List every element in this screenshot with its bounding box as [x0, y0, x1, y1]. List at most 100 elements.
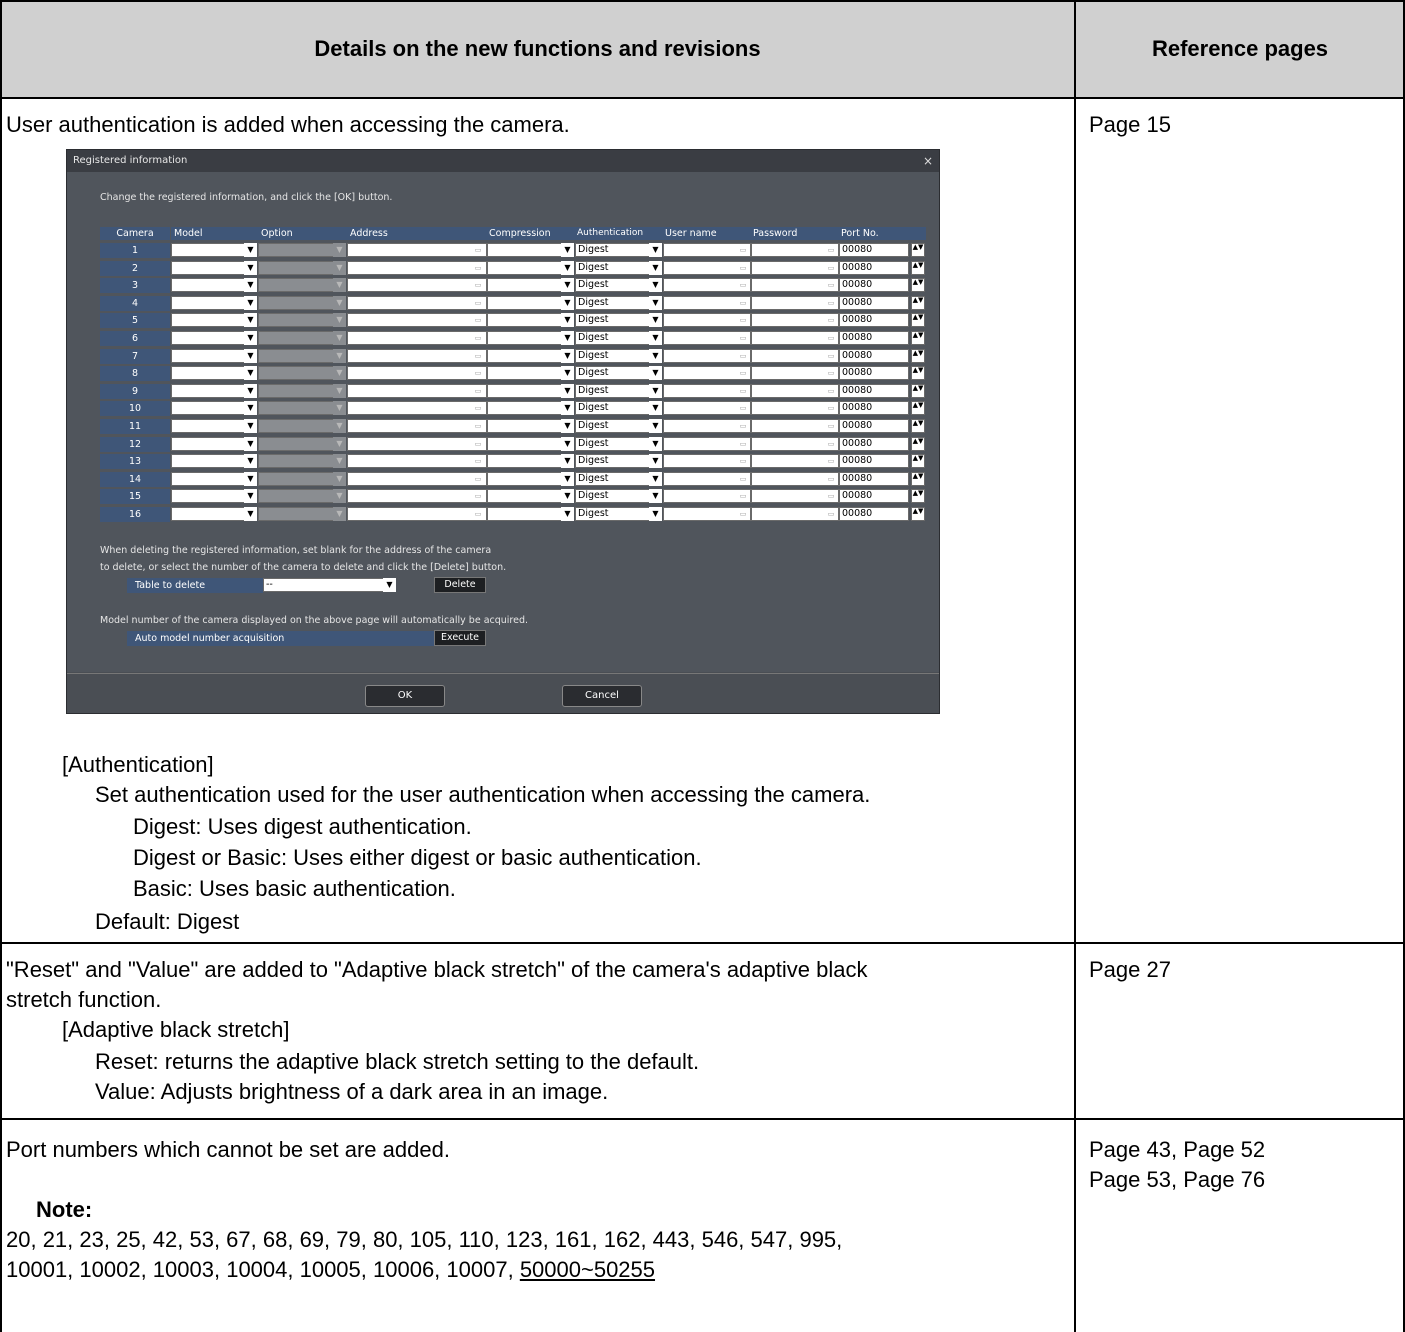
- keyboard-icon[interactable]: ▭: [472, 366, 484, 380]
- spinner-icon[interactable]: ▲▼: [911, 454, 925, 468]
- port-input[interactable]: 00080: [839, 366, 909, 380]
- keyboard-icon[interactable]: ▭: [472, 313, 484, 327]
- keyboard-icon[interactable]: ▭: [472, 261, 484, 275]
- chevron-down-icon[interactable]: ▼: [649, 437, 662, 451]
- compression-select[interactable]: [487, 366, 563, 380]
- spinner-icon[interactable]: ▲▼: [911, 489, 925, 503]
- address-input[interactable]: [347, 296, 487, 310]
- compression-select[interactable]: [487, 349, 563, 363]
- compression-select[interactable]: [487, 384, 563, 398]
- chevron-down-icon[interactable]: ▼: [244, 472, 257, 486]
- model-select[interactable]: [171, 489, 246, 503]
- port-input[interactable]: 00080: [839, 384, 909, 398]
- chevron-down-icon[interactable]: ▼: [649, 296, 662, 310]
- compression-select[interactable]: [487, 278, 563, 292]
- model-select[interactable]: [171, 349, 246, 363]
- port-input[interactable]: 00080: [839, 419, 909, 433]
- keyboard-icon[interactable]: ▭: [825, 384, 837, 398]
- keyboard-icon[interactable]: ▭: [737, 296, 749, 310]
- keyboard-icon[interactable]: ▭: [472, 349, 484, 363]
- ok-button[interactable]: OK: [365, 685, 445, 707]
- address-input[interactable]: [347, 331, 487, 345]
- compression-select[interactable]: [487, 296, 563, 310]
- keyboard-icon[interactable]: ▭: [825, 437, 837, 451]
- spinner-icon[interactable]: ▲▼: [911, 419, 925, 433]
- chevron-down-icon[interactable]: ▼: [244, 243, 257, 257]
- keyboard-icon[interactable]: ▭: [737, 507, 749, 521]
- chevron-down-icon[interactable]: ▼: [561, 313, 574, 327]
- chevron-down-icon[interactable]: ▼: [649, 472, 662, 486]
- keyboard-icon[interactable]: ▭: [825, 366, 837, 380]
- chevron-down-icon[interactable]: ▼: [244, 261, 257, 275]
- model-select[interactable]: [171, 437, 246, 451]
- model-select[interactable]: [171, 366, 246, 380]
- chevron-down-icon[interactable]: ▼: [244, 384, 257, 398]
- keyboard-icon[interactable]: ▭: [472, 243, 484, 257]
- address-input[interactable]: [347, 278, 487, 292]
- authentication-select[interactable]: Digest: [575, 313, 651, 327]
- keyboard-icon[interactable]: ▭: [825, 261, 837, 275]
- keyboard-icon[interactable]: ▭: [472, 401, 484, 415]
- authentication-select[interactable]: Digest: [575, 489, 651, 503]
- keyboard-icon[interactable]: ▭: [472, 507, 484, 521]
- keyboard-icon[interactable]: ▭: [472, 454, 484, 468]
- keyboard-icon[interactable]: ▭: [737, 261, 749, 275]
- chevron-down-icon[interactable]: ▼: [561, 489, 574, 503]
- chevron-down-icon[interactable]: ▼: [244, 489, 257, 503]
- address-input[interactable]: [347, 313, 487, 327]
- port-input[interactable]: 00080: [839, 261, 909, 275]
- chevron-down-icon[interactable]: ▼: [561, 384, 574, 398]
- chevron-down-icon[interactable]: ▼: [561, 454, 574, 468]
- keyboard-icon[interactable]: ▭: [825, 243, 837, 257]
- chevron-down-icon[interactable]: ▼: [561, 243, 574, 257]
- address-input[interactable]: [347, 243, 487, 257]
- compression-select[interactable]: [487, 243, 563, 257]
- port-input[interactable]: 00080: [839, 349, 909, 363]
- authentication-select[interactable]: Digest: [575, 401, 651, 415]
- address-input[interactable]: [347, 419, 487, 433]
- model-select[interactable]: [171, 296, 246, 310]
- keyboard-icon[interactable]: ▭: [825, 313, 837, 327]
- compression-select[interactable]: [487, 331, 563, 345]
- keyboard-icon[interactable]: ▭: [825, 349, 837, 363]
- authentication-select[interactable]: Digest: [575, 384, 651, 398]
- keyboard-icon[interactable]: ▭: [472, 472, 484, 486]
- chevron-down-icon[interactable]: ▼: [561, 261, 574, 275]
- keyboard-icon[interactable]: ▭: [825, 507, 837, 521]
- chevron-down-icon[interactable]: ▼: [649, 366, 662, 380]
- compression-select[interactable]: [487, 454, 563, 468]
- keyboard-icon[interactable]: ▭: [737, 472, 749, 486]
- keyboard-icon[interactable]: ▭: [825, 331, 837, 345]
- keyboard-icon[interactable]: ▭: [825, 472, 837, 486]
- keyboard-icon[interactable]: ▭: [737, 419, 749, 433]
- chevron-down-icon[interactable]: ▼: [244, 507, 257, 521]
- keyboard-icon[interactable]: ▭: [737, 454, 749, 468]
- chevron-down-icon[interactable]: ▼: [244, 313, 257, 327]
- delete-button[interactable]: Delete: [434, 577, 486, 593]
- keyboard-icon[interactable]: ▭: [737, 278, 749, 292]
- spinner-icon[interactable]: ▲▼: [911, 349, 925, 363]
- authentication-select[interactable]: Digest: [575, 243, 651, 257]
- chevron-down-icon[interactable]: ▼: [244, 437, 257, 451]
- authentication-select[interactable]: Digest: [575, 454, 651, 468]
- compression-select[interactable]: [487, 261, 563, 275]
- chevron-down-icon[interactable]: ▼: [649, 331, 662, 345]
- spinner-icon[interactable]: ▲▼: [911, 401, 925, 415]
- keyboard-icon[interactable]: ▭: [737, 366, 749, 380]
- authentication-select[interactable]: Digest: [575, 366, 651, 380]
- keyboard-icon[interactable]: ▭: [737, 384, 749, 398]
- model-select[interactable]: [171, 384, 246, 398]
- port-input[interactable]: 00080: [839, 243, 909, 257]
- chevron-down-icon[interactable]: ▼: [561, 349, 574, 363]
- chevron-down-icon[interactable]: ▼: [561, 401, 574, 415]
- spinner-icon[interactable]: ▲▼: [911, 296, 925, 310]
- keyboard-icon[interactable]: ▭: [737, 349, 749, 363]
- chevron-down-icon[interactable]: ▼: [561, 331, 574, 345]
- spinner-icon[interactable]: ▲▼: [911, 437, 925, 451]
- address-input[interactable]: [347, 366, 487, 380]
- chevron-down-icon[interactable]: ▼: [561, 419, 574, 433]
- authentication-select[interactable]: Digest: [575, 472, 651, 486]
- authentication-select[interactable]: Digest: [575, 507, 651, 521]
- chevron-down-icon[interactable]: ▼: [649, 278, 662, 292]
- model-select[interactable]: [171, 261, 246, 275]
